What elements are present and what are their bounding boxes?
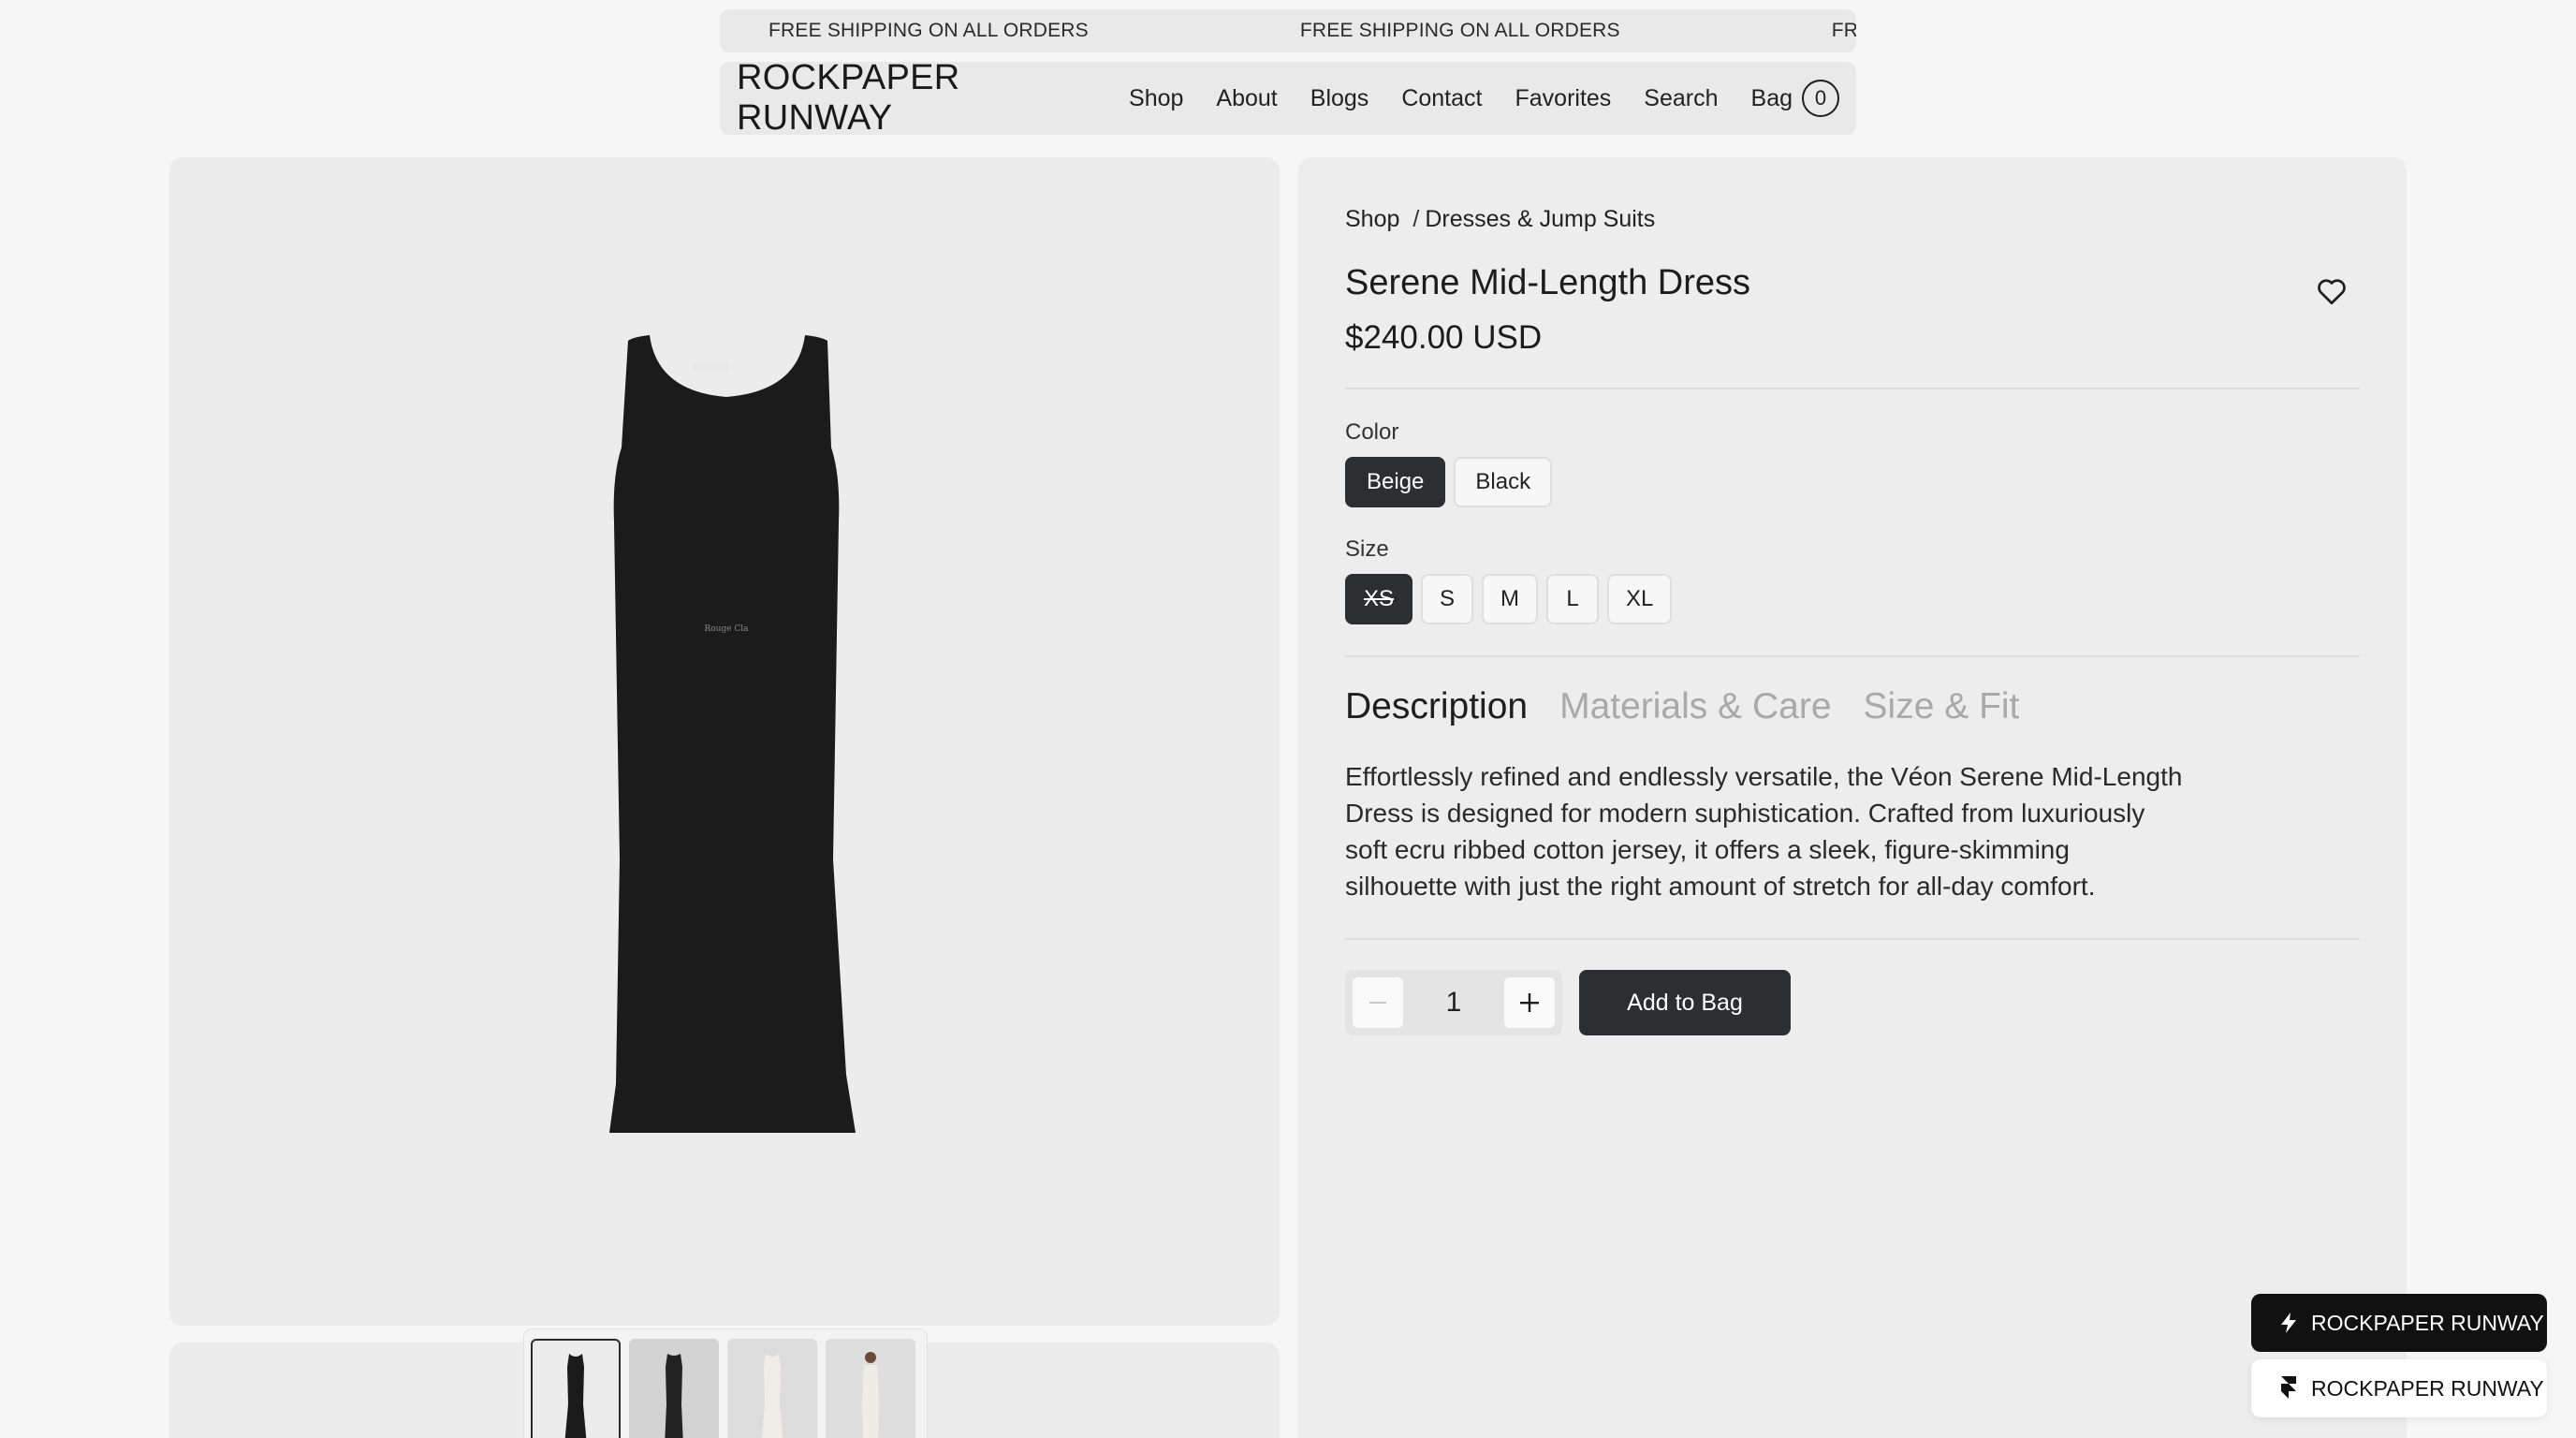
color-label: Color xyxy=(1345,419,1399,445)
breadcrumb-shop[interactable]: Shop xyxy=(1345,206,1399,233)
nav-link-search[interactable]: Search xyxy=(1644,85,1718,112)
nav-link-contact[interactable]: Contact xyxy=(1401,85,1482,112)
thumbnail-beige-dress-icon xyxy=(761,1354,783,1438)
size-label: Size xyxy=(1345,536,1389,562)
size-option-xl[interactable]: XL xyxy=(1607,574,1673,624)
size-option-l[interactable]: L xyxy=(1546,574,1600,624)
product-tabs: Description Materials & Care Size & Fit xyxy=(1345,686,2019,727)
badge-label: ROCKPAPER RUNWAY xyxy=(2311,1310,2544,1335)
product-image-dress: Rouge Cla xyxy=(609,335,856,1133)
announcement-text: FREE SHIPPING ON ALL ORDERS xyxy=(1299,20,1620,41)
bag-count-badge: 0 xyxy=(1802,80,1839,117)
bag-button[interactable]: Bag 0 xyxy=(1751,80,1839,117)
product-details-panel: Shop / Dresses & Jump Suits Serene Mid-L… xyxy=(1298,157,2407,1438)
thumbnail-strip xyxy=(524,1329,927,1438)
main-nav: ROCKPAPER RUNWAY Shop About Blogs Contac… xyxy=(720,58,1856,138)
svg-text:Rouge Cla: Rouge Cla xyxy=(704,624,749,634)
thumbnail-black-dress-icon xyxy=(564,1354,587,1438)
divider xyxy=(1345,938,2360,940)
tab-size-fit[interactable]: Size & Fit xyxy=(1864,686,2020,727)
minus-icon xyxy=(1369,1002,1386,1004)
breadcrumb: Shop / Dresses & Jump Suits xyxy=(1345,206,1655,233)
thumbnail-1[interactable] xyxy=(531,1339,621,1438)
nav-link-shop[interactable]: Shop xyxy=(1129,85,1183,112)
nav-links: Shop About Blogs Contact Favorites Searc… xyxy=(1129,80,1839,117)
announcement-bar: FREE SHIPPING ON ALL ORDERS FREE SHIPPIN… xyxy=(720,9,1856,52)
thumbnail-4[interactable] xyxy=(826,1339,915,1438)
size-option-m[interactable]: M xyxy=(1482,574,1539,624)
breadcrumb-category[interactable]: Dresses & Jump Suits xyxy=(1425,206,1655,233)
plus-icon xyxy=(1520,993,1539,1012)
lightning-icon xyxy=(2281,1313,2296,1333)
framer-logo-icon xyxy=(2281,1376,2296,1399)
thumbnail-black-dress-icon xyxy=(665,1354,683,1438)
color-option-black[interactable]: Black xyxy=(1454,457,1553,507)
made-in-badge[interactable]: ROCKPAPER RUNWAY xyxy=(2251,1359,2547,1417)
quantity-value: 1 xyxy=(1445,987,1462,1018)
product-price: $240.00 USD xyxy=(1345,319,1543,356)
increase-quantity-button[interactable] xyxy=(1504,977,1555,1028)
size-option-xs[interactable]: XS xyxy=(1345,574,1413,624)
product-title: Serene Mid-Length Dress xyxy=(1345,263,1750,302)
breadcrumb-separator: / xyxy=(1412,206,1420,232)
decrease-quantity-button[interactable] xyxy=(1353,977,1403,1028)
nav-link-favorites[interactable]: Favorites xyxy=(1515,85,1611,112)
divider xyxy=(1345,655,2360,657)
size-option-s[interactable]: S xyxy=(1421,574,1474,624)
product-description: Effortlessly refined and endlessly versa… xyxy=(1345,762,2183,901)
thumbnail-model-icon xyxy=(862,1352,879,1438)
tab-description[interactable]: Description xyxy=(1345,686,1528,727)
made-in-badge[interactable]: ROCKPAPER RUNWAY xyxy=(2251,1294,2547,1352)
brand-logo[interactable]: ROCKPAPER RUNWAY xyxy=(737,58,1086,139)
tab-materials-care[interactable]: Materials & Care xyxy=(1559,686,1831,727)
color-option-beige[interactable]: Beige xyxy=(1345,457,1446,507)
thumbnail-3[interactable] xyxy=(727,1339,817,1438)
add-to-bag-button[interactable]: Add to Bag xyxy=(1579,970,1791,1035)
color-options: Beige Black xyxy=(1345,457,1553,507)
nav-link-about[interactable]: About xyxy=(1216,85,1277,112)
product-image-panel: Rouge Cla xyxy=(169,157,1280,1326)
heart-icon[interactable] xyxy=(2315,274,2349,308)
thumbnail-2[interactable] xyxy=(629,1339,719,1438)
quantity-stepper: 1 xyxy=(1345,970,1562,1035)
announcement-text: FREE SHIPPING ON ALL ORDERS xyxy=(768,20,1089,41)
divider xyxy=(1345,388,2360,389)
bag-label: Bag xyxy=(1750,84,1793,111)
size-options: XS S M L XL xyxy=(1345,574,1673,624)
announcement-track: FREE SHIPPING ON ALL ORDERS FREE SHIPPIN… xyxy=(720,20,1856,42)
announcement-text: FREE SHIPPING ON ALL ORDERS xyxy=(1831,20,1856,41)
nav-link-blogs[interactable]: Blogs xyxy=(1310,85,1369,112)
badge-label: ROCKPAPER RUNWAY xyxy=(2311,1375,2544,1401)
